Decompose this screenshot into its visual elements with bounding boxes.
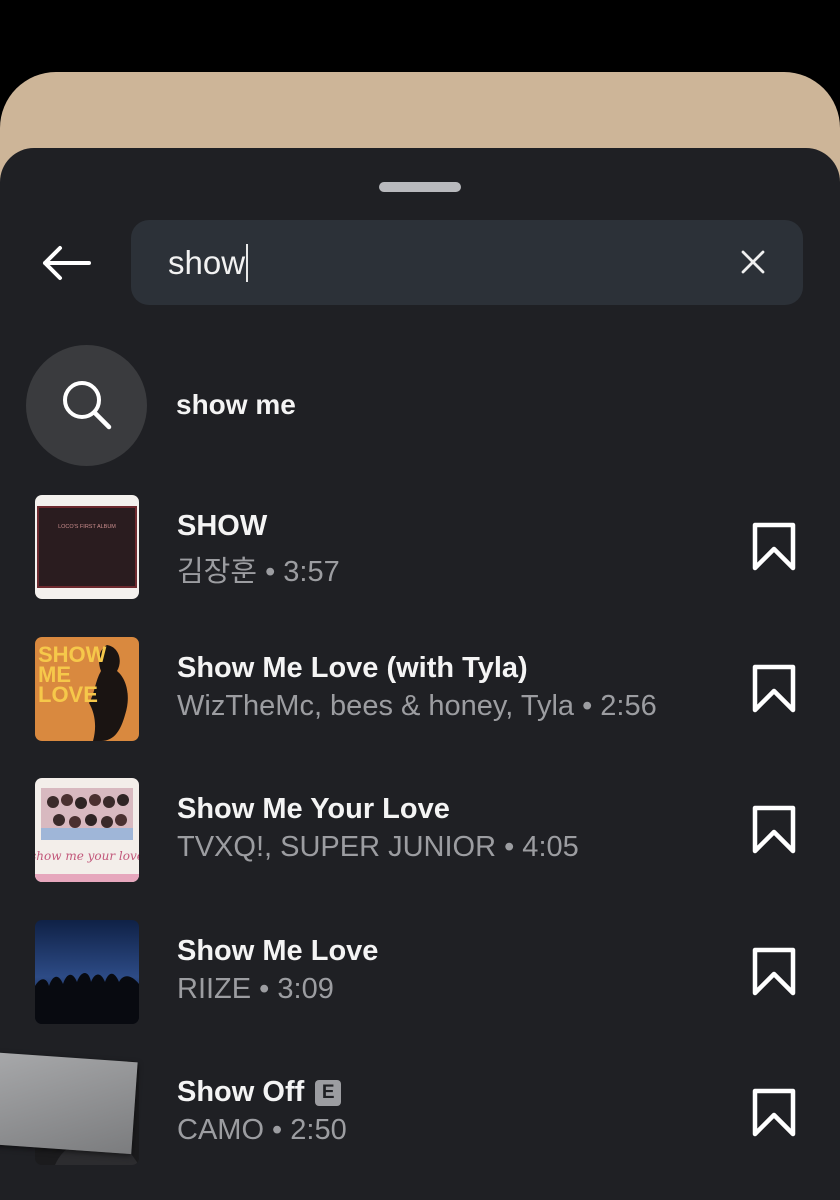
drag-handle[interactable] bbox=[379, 182, 461, 192]
track-title: Show Me Your Love bbox=[177, 793, 450, 825]
save-button[interactable] bbox=[747, 802, 801, 858]
track-subtitle: RIIZE • 3:09 bbox=[177, 973, 334, 1005]
album-cover-text: LOVE bbox=[38, 682, 98, 707]
back-arrow-icon bbox=[43, 246, 91, 280]
bookmark-icon bbox=[752, 664, 796, 713]
album-cover: SHOW ME LOVE bbox=[35, 637, 139, 741]
track-row[interactable]: Show Off E CAMO • 2:50 bbox=[35, 1061, 810, 1165]
save-button[interactable] bbox=[747, 519, 801, 575]
track-subtitle: 김장훈 • 3:57 bbox=[177, 556, 340, 588]
explicit-badge: E bbox=[315, 1079, 342, 1106]
bookmark-icon bbox=[752, 805, 796, 854]
back-button[interactable] bbox=[34, 234, 98, 292]
track-subtitle: WizTheMc, bees & honey, Tyla • 2:56 bbox=[177, 690, 657, 722]
album-cover bbox=[35, 920, 139, 1024]
screen: show show me LOCO'S FIRST ALBUM SHOW 김장훈… bbox=[0, 0, 840, 1200]
search-suggestion[interactable]: show me bbox=[26, 344, 726, 466]
save-button[interactable] bbox=[747, 1085, 801, 1141]
album-cover-text: LOCO'S FIRST ALBUM bbox=[58, 524, 116, 530]
track-title: SHOW bbox=[177, 510, 268, 542]
track-title: Show Me Love (with Tyla) bbox=[177, 652, 528, 684]
bookmark-icon bbox=[752, 947, 796, 996]
bookmark-icon bbox=[752, 522, 796, 571]
music-search-sheet: show show me LOCO'S FIRST ALBUM SHOW 김장훈… bbox=[0, 148, 840, 1200]
save-button[interactable] bbox=[747, 661, 801, 717]
track-row[interactable]: SHOW ME LOVE Show Me Love (with Tyla) Wi… bbox=[35, 637, 810, 741]
track-row[interactable]: show me your love Show Me Your Love TVXQ… bbox=[35, 778, 810, 882]
album-cover: LOCO'S FIRST ALBUM bbox=[35, 495, 139, 599]
text-cursor bbox=[246, 244, 249, 283]
search-icon bbox=[62, 381, 111, 430]
save-button[interactable] bbox=[747, 944, 801, 1000]
bookmark-icon bbox=[752, 1088, 796, 1137]
search-query[interactable]: show bbox=[168, 220, 249, 305]
close-icon bbox=[741, 250, 765, 274]
suggestion-icon-circle bbox=[26, 344, 147, 466]
track-title: Show Me Love bbox=[177, 935, 379, 967]
foreground-object bbox=[0, 1052, 138, 1155]
track-title: Show Off bbox=[177, 1076, 305, 1108]
album-cover: show me your love bbox=[35, 778, 139, 882]
track-row[interactable]: LOCO'S FIRST ALBUM SHOW 김장훈 • 3:57 bbox=[35, 495, 810, 599]
suggestion-label: show me bbox=[176, 389, 296, 420]
search-query-text: show bbox=[168, 244, 246, 281]
search-input[interactable]: show bbox=[131, 220, 803, 305]
album-cover-text: show me your love bbox=[35, 849, 139, 863]
track-subtitle: CAMO • 2:50 bbox=[177, 1114, 347, 1146]
track-row[interactable]: Show Me Love RIIZE • 3:09 bbox=[35, 920, 810, 1024]
track-title-row: Show Off E bbox=[177, 1076, 342, 1109]
clear-search-button[interactable] bbox=[733, 242, 773, 282]
track-subtitle: TVXQ!, SUPER JUNIOR • 4:05 bbox=[177, 831, 579, 863]
